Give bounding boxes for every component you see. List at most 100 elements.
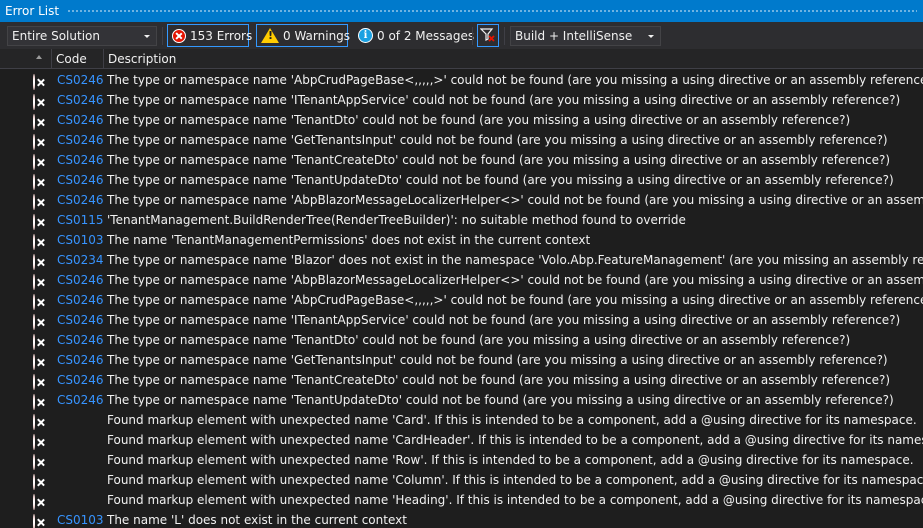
error-icon-cell — [33, 452, 35, 472]
error-icon-cell — [33, 132, 35, 152]
warnings-toggle-label: 0 Warnings — [283, 28, 351, 43]
column-header-description[interactable]: Description — [103, 49, 923, 69]
table-row[interactable]: CS0246 The type or namespace name 'AbpCru… — [0, 70, 923, 90]
error-icon-cell — [33, 492, 35, 512]
error-description: The type or namespace name 'GetTenantsIn… — [107, 353, 888, 367]
error-icon — [33, 294, 35, 310]
error-description: The type or namespace name 'AbpBlazorMes… — [107, 273, 923, 287]
table-row[interactable]: CS0246 The type or namespace name 'AbpCru… — [0, 290, 923, 310]
error-icon — [33, 454, 35, 470]
error-code-link[interactable]: CS0234 — [57, 250, 104, 270]
error-icon — [33, 314, 35, 330]
table-row[interactable]: CS0246 The type or namespace name 'AbpBla… — [0, 190, 923, 210]
error-code-link[interactable]: CS0246 — [57, 90, 104, 110]
error-list-rows: CS0246 The type or namespace name 'AbpCru… — [0, 70, 923, 528]
error-code-link[interactable]: CS0246 — [57, 190, 104, 210]
error-icon-cell — [33, 292, 35, 312]
table-row[interactable]: CS0115 'TenantManagement.BuildRenderTree(… — [0, 210, 923, 230]
error-code-link[interactable]: CS0246 — [57, 290, 104, 310]
error-code-link[interactable]: CS0246 — [57, 390, 104, 410]
window-title: Error List — [5, 4, 60, 18]
table-row[interactable]: CS0246 The type or namespace name 'Tenant… — [0, 150, 923, 170]
table-row[interactable]: Found markup element with unexpected nam… — [0, 450, 923, 470]
error-code-link[interactable]: CS0246 — [57, 70, 104, 90]
error-description: The type or namespace name 'AbpCrudPageB… — [107, 73, 923, 87]
error-icon-cell — [33, 232, 35, 252]
table-row[interactable]: CS0246 The type or namespace name 'Tenant… — [0, 370, 923, 390]
error-icon — [172, 28, 186, 43]
error-icon-cell — [33, 92, 35, 112]
table-row[interactable]: CS0103 The name 'TenantManagementPermissi… — [0, 230, 923, 250]
table-row[interactable]: CS0246 The type or namespace name 'GetTen… — [0, 350, 923, 370]
error-icon-cell — [33, 312, 35, 332]
table-row[interactable]: CS0103 The name 'L' does not exist in the… — [0, 510, 923, 528]
error-code-link[interactable]: CS0246 — [57, 330, 104, 350]
clear-filter-button[interactable] — [477, 24, 499, 47]
table-row[interactable]: CS0246 The type or namespace name 'Tenant… — [0, 390, 923, 410]
error-code-link[interactable]: CS0246 — [57, 370, 104, 390]
error-code-link[interactable]: CS0103 — [57, 230, 104, 250]
error-icon — [33, 414, 35, 430]
build-source-value: Build + IntelliSense — [515, 29, 633, 43]
error-icon-cell — [33, 172, 35, 192]
scope-dropdown[interactable]: Entire Solution — [7, 26, 157, 46]
table-row[interactable]: CS0246 The type or namespace name 'GetTen… — [0, 130, 923, 150]
error-description: 'TenantManagement.BuildRenderTree(Render… — [107, 213, 686, 227]
messages-toggle-button[interactable]: i 0 of 2 Messages — [354, 24, 474, 47]
table-row[interactable]: CS0246 The type or namespace name 'Tenant… — [0, 170, 923, 190]
table-row[interactable]: CS0246 The type or namespace name 'Tenant… — [0, 330, 923, 350]
error-icon — [33, 474, 35, 490]
error-icon — [33, 334, 35, 350]
table-row[interactable]: Found markup element with unexpected nam… — [0, 490, 923, 510]
error-icon — [33, 154, 35, 170]
error-icon — [33, 254, 35, 270]
error-code-link[interactable]: CS0115 — [57, 210, 104, 230]
error-code-link[interactable]: CS0246 — [57, 350, 104, 370]
error-icon-cell — [33, 72, 35, 92]
error-icon-cell — [33, 392, 35, 412]
warning-icon: ! — [261, 28, 279, 43]
warnings-toggle-button[interactable]: ! 0 Warnings — [256, 24, 350, 47]
drag-grip[interactable] — [67, 8, 917, 14]
error-description: The type or namespace name 'AbpCrudPageB… — [107, 293, 923, 307]
build-source-dropdown[interactable]: Build + IntelliSense — [510, 26, 661, 46]
table-row[interactable]: CS0234 The type or namespace name 'Blazor… — [0, 250, 923, 270]
title-bar[interactable]: Error List — [0, 0, 923, 22]
error-icon — [33, 234, 35, 250]
table-row[interactable]: CS0246 The type or namespace name 'ITenan… — [0, 90, 923, 110]
error-icon-cell — [33, 252, 35, 272]
table-row[interactable]: Found markup element with unexpected nam… — [0, 410, 923, 430]
info-icon: i — [358, 28, 373, 43]
error-icon-cell — [33, 212, 35, 232]
error-description: The type or namespace name 'TenantUpdate… — [107, 173, 894, 187]
error-icon-cell — [33, 112, 35, 132]
table-row[interactable]: CS0246 The type or namespace name 'ITenan… — [0, 310, 923, 330]
sort-arrow-icon[interactable] — [36, 55, 42, 59]
error-description: The type or namespace name 'Blazor' does… — [107, 253, 923, 267]
table-row[interactable]: CS0246 The type or namespace name 'AbpBla… — [0, 270, 923, 290]
column-header-code[interactable]: Code — [51, 49, 103, 69]
error-code-link[interactable]: CS0246 — [57, 170, 104, 190]
error-icon — [33, 114, 35, 130]
table-row[interactable]: CS0246 The type or namespace name 'Tenant… — [0, 110, 923, 130]
error-description: Found markup element with unexpected nam… — [107, 473, 923, 487]
error-description: The type or namespace name 'ITenantAppSe… — [107, 93, 901, 107]
clear-filter-icon — [480, 28, 495, 42]
error-icon — [33, 374, 35, 390]
table-row[interactable]: Found markup element with unexpected nam… — [0, 470, 923, 490]
error-code-link[interactable]: CS0246 — [57, 310, 104, 330]
error-code-link[interactable]: CS0103 — [57, 510, 104, 528]
error-icon — [33, 214, 35, 230]
error-code-link[interactable]: CS0246 — [57, 270, 104, 290]
error-code-link[interactable]: CS0246 — [57, 150, 104, 170]
error-code-link[interactable]: CS0246 — [57, 110, 104, 130]
error-icon — [33, 394, 35, 410]
error-icon-cell — [33, 472, 35, 492]
errors-toggle-label: 153 Errors — [190, 28, 253, 43]
error-description: Found markup element with unexpected nam… — [107, 493, 923, 507]
error-icon — [33, 174, 35, 190]
table-row[interactable]: Found markup element with unexpected nam… — [0, 430, 923, 450]
error-icon-cell — [33, 512, 35, 528]
errors-toggle-button[interactable]: 153 Errors — [167, 24, 252, 47]
error-code-link[interactable]: CS0246 — [57, 130, 104, 150]
